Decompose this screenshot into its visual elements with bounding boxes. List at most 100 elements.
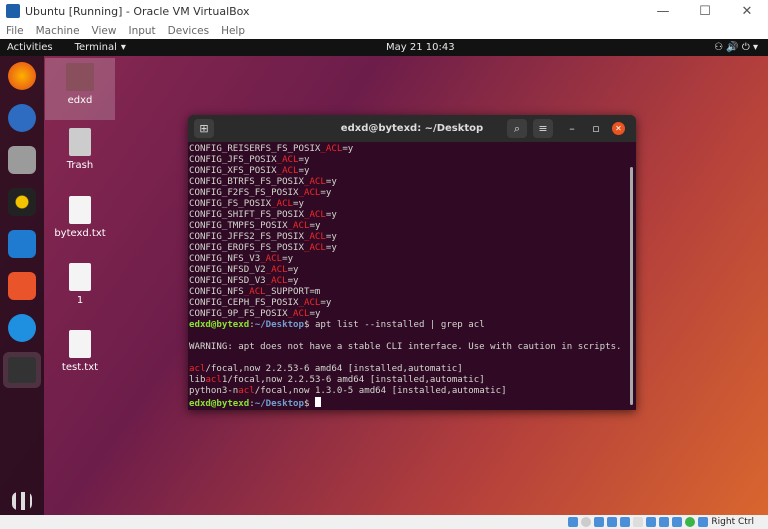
search-icon[interactable]: ⌕ — [507, 119, 527, 138]
menu-input[interactable]: Input — [128, 25, 155, 37]
terminal-text: WARNING: apt does not have a stable CLI … — [189, 342, 622, 352]
match-highlight: _ACL — [303, 210, 326, 220]
terminal-text: CONFIG_EROFS_FS_POSIX — [189, 243, 304, 253]
terminal-text: =y — [309, 221, 321, 231]
menu-help[interactable]: Help — [221, 25, 245, 37]
window-title: Ubuntu [Running] - Oracle VM VirtualBox — [25, 4, 250, 18]
terminal-text: CONFIG_NFSD_V3 — [189, 276, 266, 286]
cpu-icon — [672, 517, 683, 527]
terminal-text: =y — [298, 155, 310, 165]
desktop-icon-file[interactable]: 1 — [45, 263, 115, 306]
match-highlight: _ACL — [276, 155, 299, 165]
terminal-line: CONFIG_NFSD_V2_ACL=y — [189, 265, 636, 276]
desktop-icon-folder[interactable]: edxd — [45, 58, 115, 120]
terminal-text: /focal,now 1.3.0-5 amd64 [installed,auto… — [254, 386, 507, 396]
terminal-window[interactable]: ⊞ edxd@bytexd: ~/Desktop ⌕ ≡ – ▫ ✕ CONFI… — [188, 115, 636, 410]
match-highlight: acl — [205, 375, 222, 385]
match-highlight: _ACL — [271, 199, 294, 209]
terminal-text: =y — [298, 166, 310, 176]
terminal-line: CONFIG_JFS_POSIX_ACL=y — [189, 155, 636, 166]
terminal-text: =y — [282, 254, 294, 264]
terminal-line: libacl1/focal,now 2.2.53-6 amd64 [instal… — [189, 375, 636, 386]
optical-drive-icon — [581, 517, 592, 527]
guest-additions-icon — [685, 517, 696, 527]
clock[interactable]: May 21 10:43 — [386, 42, 455, 53]
terminal-line: CONFIG_JFFS2_FS_POSIX_ACL=y — [189, 232, 636, 243]
menu-machine[interactable]: Machine — [36, 25, 80, 37]
terminal-app-menu[interactable]: Terminal ▾ — [75, 42, 126, 53]
network-icon — [607, 517, 618, 527]
recording-icon — [659, 517, 670, 527]
thunderbird-icon[interactable] — [8, 104, 36, 132]
terminal-text: _SUPPORT=m — [265, 287, 321, 297]
menu-devices[interactable]: Devices — [168, 25, 209, 37]
terminal-dock-item[interactable] — [3, 352, 41, 388]
match-highlight: _ACL — [303, 177, 326, 187]
maximize-icon[interactable]: ▫ — [586, 119, 606, 138]
help-icon[interactable] — [8, 314, 36, 342]
system-menu-icons[interactable]: ⚇ 🔊 ⏻ ▾ — [714, 42, 758, 53]
maximize-button[interactable]: ☐ — [684, 4, 726, 19]
terminal-output[interactable]: CONFIG_REISERFS_FS_POSIX_ACL=y CONFIG_JFS… — [188, 142, 636, 410]
text-file-icon — [69, 196, 91, 224]
ubuntu-top-bar: Activities Terminal ▾ May 21 10:43 ⚇ 🔊 ⏻ … — [0, 39, 768, 56]
menu-view[interactable]: View — [92, 25, 117, 37]
prompt-user: edxd@bytexd — [189, 399, 250, 409]
terminal-line: CONFIG_CEPH_FS_POSIX_ACL=y — [189, 298, 636, 309]
desktop-icon-file[interactable]: bytexd.txt — [45, 196, 115, 239]
usb-icon — [620, 517, 631, 527]
hamburger-menu-icon[interactable]: ≡ — [533, 119, 553, 138]
scrollbar[interactable] — [630, 167, 633, 405]
activities-button[interactable]: Activities — [7, 42, 53, 53]
terminal-text: CONFIG_BTRFS_FS_POSIX — [189, 177, 304, 187]
menu-bar: File Machine View Input Devices Help — [0, 22, 768, 39]
window-titlebar: Ubuntu [Running] - Oracle VM VirtualBox … — [0, 0, 768, 22]
match-highlight: _ACL — [265, 276, 288, 286]
icon-label: test.txt — [61, 362, 99, 373]
terminal-text: =y — [309, 309, 321, 319]
close-icon[interactable]: ✕ — [612, 122, 625, 135]
terminal-text: CONFIG_9P_FS_POSIX — [189, 309, 288, 319]
desktop-icon-file[interactable]: test.txt — [45, 330, 115, 373]
virtualbox-icon — [6, 4, 20, 18]
match-highlight: _ACL — [303, 232, 326, 242]
terminal-text: CONFIG_F2FS_FS_POSIX — [189, 188, 299, 198]
match-highlight: _ACL — [287, 309, 310, 319]
hdd-icon — [568, 517, 579, 527]
terminal-text: CONFIG_NFS_V3 — [189, 254, 261, 264]
files-icon[interactable] — [8, 146, 36, 174]
minimize-icon[interactable]: – — [562, 119, 582, 138]
terminal-text: =y — [287, 265, 299, 275]
rhythmbox-icon[interactable] — [8, 188, 36, 216]
terminal-app-label: Terminal — [74, 42, 117, 53]
terminal-text: CONFIG_FS_POSIX — [189, 199, 272, 209]
terminal-text: CONFIG_TMPFS_POSIX — [189, 221, 288, 231]
show-applications-icon[interactable] — [12, 492, 32, 510]
libreoffice-writer-icon[interactable] — [8, 230, 36, 258]
software-center-icon[interactable] — [8, 272, 36, 300]
terminal-line: python3-nacl/focal,now 1.3.0-5 amd64 [in… — [189, 386, 636, 397]
desktop-icon-trash[interactable]: Trash — [45, 128, 115, 171]
firefox-icon[interactable] — [8, 62, 36, 90]
trash-icon — [69, 128, 91, 156]
host-key-label: Right Ctrl — [711, 517, 754, 527]
menu-file[interactable]: File — [6, 25, 24, 37]
icon-label: 1 — [76, 295, 84, 306]
terminal-text: =y — [320, 188, 332, 198]
terminal-text: =y — [325, 210, 337, 220]
match-highlight: acl — [189, 364, 206, 374]
terminal-icon — [8, 357, 36, 383]
terminal-line: CONFIG_NFS_V3_ACL=y — [189, 254, 636, 265]
terminal-text: CONFIG_NFS — [189, 287, 244, 297]
minimize-button[interactable]: — — [642, 4, 684, 19]
match-highlight: _ACL — [260, 254, 283, 264]
terminal-line: CONFIG_TMPFS_POSIX_ACL=y — [189, 221, 636, 232]
terminal-header[interactable]: ⊞ edxd@bytexd: ~/Desktop ⌕ ≡ – ▫ ✕ — [188, 115, 636, 142]
folder-icon — [66, 63, 94, 91]
close-button[interactable]: ✕ — [726, 4, 768, 19]
text-file-icon — [69, 263, 91, 291]
chevron-down-icon: ▾ — [120, 42, 126, 53]
prompt-path: ~/Desktop — [254, 399, 304, 409]
match-highlight: acl — [238, 386, 255, 396]
